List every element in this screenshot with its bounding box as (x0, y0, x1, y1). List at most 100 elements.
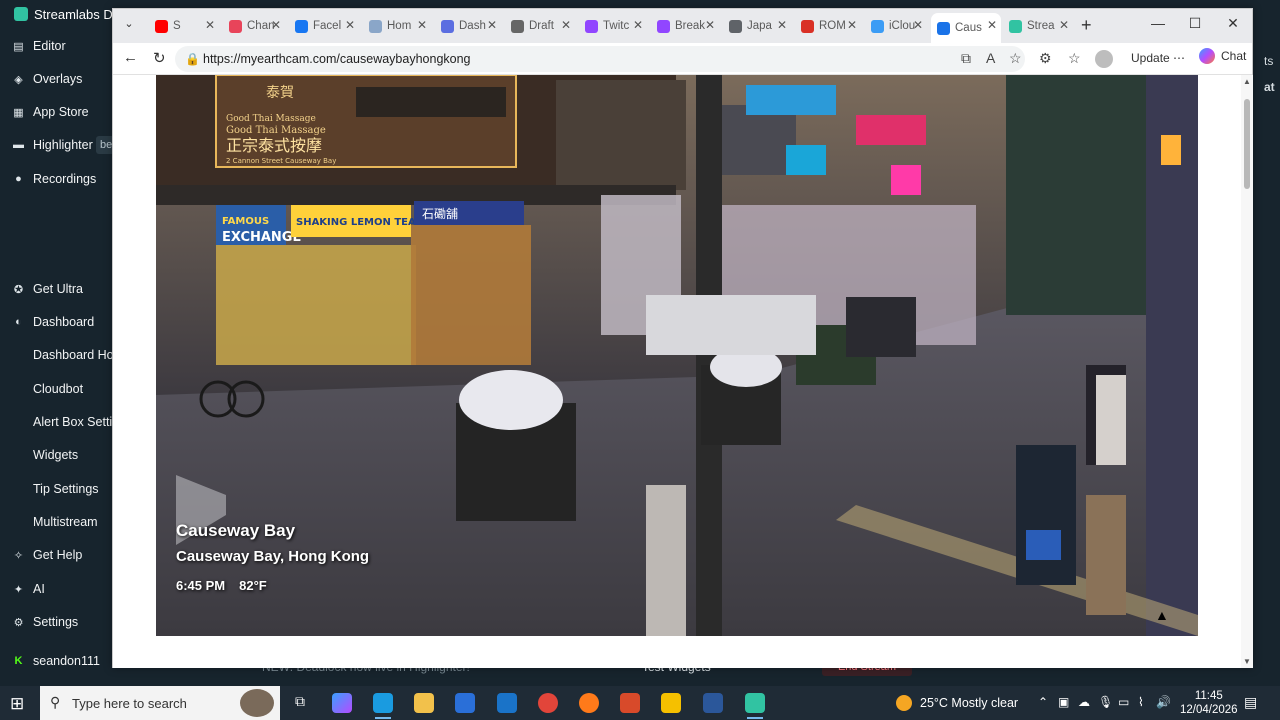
nav-overlays[interactable]: ◈ Overlays (12, 68, 82, 90)
nav-dashboard[interactable]: ◐ Dashboard (12, 311, 94, 333)
nav-recordings[interactable]: ● Recordings (12, 168, 96, 190)
brave-app-icon[interactable] (620, 693, 640, 713)
tray-app-icon[interactable]: ▣ (1058, 695, 1069, 709)
notifications-icon[interactable]: ▤ (1244, 694, 1257, 711)
browser-tab[interactable]: Twitc ✕ (579, 13, 647, 39)
tab-close-icon[interactable]: ✕ (487, 18, 497, 32)
tab-favicon-icon (657, 19, 670, 33)
wifi-icon[interactable]: ⌇ (1138, 695, 1144, 709)
nav-tip-settings[interactable]: Tip Settings (33, 478, 99, 500)
browser-tab[interactable]: S ✕ (149, 13, 219, 39)
tab-close-icon[interactable]: ✕ (705, 18, 715, 32)
sticky-notes-icon[interactable] (661, 693, 681, 713)
tab-close-icon[interactable]: ✕ (777, 18, 787, 32)
copilot-app-icon[interactable] (332, 693, 352, 713)
browser-tab[interactable]: Caus ✕ (931, 13, 1001, 43)
close-icon[interactable]: ✕ (1218, 15, 1248, 32)
back-arrow-icon[interactable]: ← (123, 49, 138, 66)
copilot-chat-button[interactable]: Chat (1199, 48, 1246, 64)
windows-start-icon[interactable]: ⊞ (10, 694, 24, 714)
tab-actions-chevron-icon[interactable]: ⌄ (119, 17, 139, 35)
taskbar-clock[interactable]: 11:45 12/04/2026 (1180, 689, 1238, 717)
nav-app-store[interactable]: ▦ App Store (12, 101, 88, 123)
volume-icon[interactable]: 🔊 (1156, 695, 1171, 709)
weather-widget[interactable]: 25°C Mostly clear (896, 695, 1018, 711)
browser-tab[interactable]: Break ✕ (651, 13, 719, 39)
taskbar-search[interactable]: ⚲ Type here to search (40, 686, 280, 720)
mouse-cursor-icon: ▲ (1155, 607, 1169, 623)
tab-close-icon[interactable]: ✕ (847, 18, 857, 32)
favorite-star-icon[interactable]: ☆ (1009, 50, 1022, 67)
scroll-down-icon[interactable]: ▼ (1243, 657, 1251, 666)
tab-close-icon[interactable]: ✕ (1059, 18, 1069, 32)
tab-close-icon[interactable]: ✕ (205, 18, 215, 32)
streamlabs-app-icon[interactable] (745, 693, 765, 719)
firefox-app-icon[interactable] (579, 693, 599, 713)
browser-tab[interactable]: iClou ✕ (865, 13, 927, 39)
maximize-icon[interactable]: ☐ (1180, 15, 1210, 32)
page-scrollbar[interactable]: ▲ ▼ (1241, 75, 1253, 668)
extensions-icon[interactable]: ⚙ (1039, 50, 1052, 67)
outlook-app-icon[interactable] (497, 693, 517, 713)
nav-label: Recordings (33, 172, 97, 186)
browser-tab[interactable]: Hom ✕ (363, 13, 431, 39)
nav-highlighter[interactable]: ▬ Highlighter (12, 134, 93, 156)
browser-tab[interactable]: Japa ✕ (723, 13, 791, 39)
onedrive-icon[interactable]: ☁ (1078, 695, 1090, 709)
word-app-icon[interactable] (703, 693, 723, 713)
scrollbar-thumb[interactable] (1244, 99, 1250, 189)
edge-app-icon[interactable] (373, 693, 393, 719)
favorites-icon[interactable]: ☆ (1068, 50, 1081, 67)
tab-label: ROM (819, 20, 846, 32)
nav-get-help[interactable]: ✧ Get Help (12, 544, 82, 566)
battery-icon[interactable]: ▭ (1118, 695, 1129, 709)
app-available-icon[interactable]: ⧉ (961, 50, 971, 67)
tab-close-icon[interactable]: ✕ (345, 18, 355, 32)
nav-dashboard-home[interactable]: Dashboard Hor (33, 344, 118, 366)
nav-label: Alert Box Settir (33, 415, 117, 429)
nav-ai[interactable]: ✦ AI (12, 578, 45, 600)
read-aloud-icon[interactable]: A (986, 50, 995, 66)
nav-label: Highlighter (33, 138, 93, 152)
tab-close-icon[interactable]: ✕ (913, 18, 923, 32)
site-info-icon[interactable]: 🔒 (185, 52, 200, 66)
store-app-icon[interactable] (455, 693, 475, 713)
refresh-icon[interactable]: ↻ (153, 49, 166, 67)
clock-date: 12/04/2026 (1180, 704, 1238, 716)
tab-close-icon[interactable]: ✕ (987, 18, 997, 32)
tab-close-icon[interactable]: ✕ (633, 18, 643, 32)
new-tab-button[interactable]: + (1081, 15, 1092, 36)
tab-close-icon[interactable]: ✕ (561, 18, 571, 32)
nav-account[interactable]: Kseandon111 (12, 650, 100, 672)
tab-close-icon[interactable]: ✕ (417, 18, 427, 32)
tray-chevron-icon[interactable]: ⌃ (1038, 695, 1048, 709)
nav-cloudbot[interactable]: Cloudbot (33, 378, 83, 400)
tab-close-icon[interactable]: ✕ (271, 18, 281, 32)
webcam-video[interactable]: 泰賀 Good Thai Massage Good Thai Massage 正… (156, 75, 1198, 636)
browser-tab[interactable]: ROM ✕ (795, 13, 861, 39)
nav-editor[interactable]: ▤ Editor (12, 35, 65, 57)
scroll-up-icon[interactable]: ▲ (1243, 77, 1251, 86)
task-view-icon[interactable]: ⧉ (290, 693, 310, 713)
nav-label: Dashboard (33, 315, 95, 329)
microphone-icon[interactable]: 🎙 (1098, 695, 1113, 709)
profile-avatar[interactable] (1095, 50, 1113, 68)
nav-get-ultra[interactable]: ✪ Get Ultra (12, 278, 83, 300)
update-button[interactable]: Update ⋯ (1131, 51, 1185, 65)
address-bar[interactable]: 🔒 https://myearthcam.com/causewaybayhong… (175, 46, 1025, 72)
nav-multistream[interactable]: Multistream (33, 511, 98, 533)
browser-tab[interactable]: Draft ✕ (505, 13, 575, 39)
tab-label: Break (675, 20, 706, 32)
browser-tab[interactable]: Dash ✕ (435, 13, 501, 39)
browser-window: ⌄ S ✕ Chan ✕ Facel ✕ Hom ✕ Dash ✕ Draft ✕ Twitc ✕ Brea… (112, 8, 1253, 668)
nav-settings[interactable]: ⚙ Settings (12, 611, 79, 633)
minimize-icon[interactable]: — (1143, 15, 1173, 31)
copilot-icon (1199, 48, 1215, 64)
file-explorer-icon[interactable] (414, 693, 434, 713)
nav-widgets[interactable]: Widgets (33, 444, 78, 466)
browser-tab[interactable]: Strea ✕ (1003, 13, 1073, 39)
browser-tab[interactable]: Facel ✕ (289, 13, 359, 39)
browser-tab[interactable]: Chan ✕ (223, 13, 285, 39)
nav-alert-box[interactable]: Alert Box Settir (33, 411, 116, 433)
chrome-app-icon[interactable] (538, 693, 558, 713)
